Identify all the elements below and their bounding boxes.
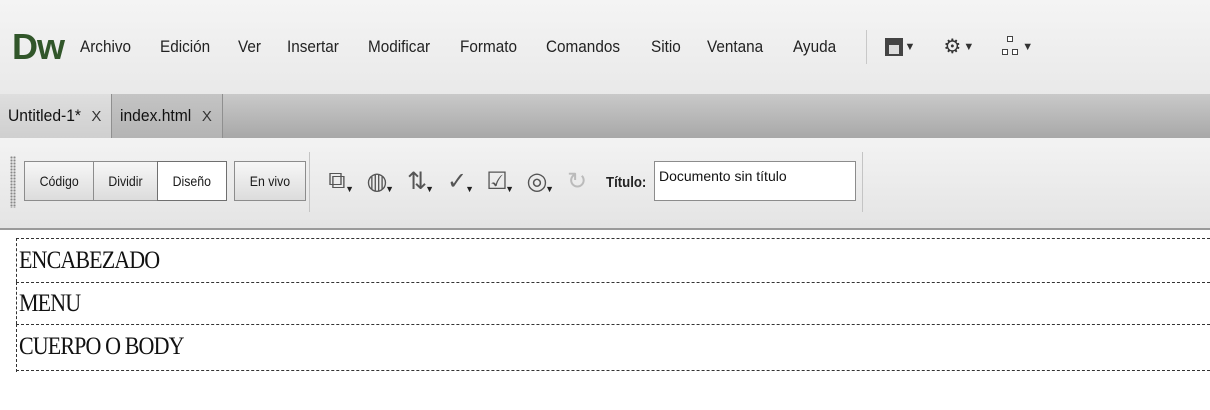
site-menu-button[interactable]: ▼ xyxy=(1002,36,1033,58)
block-text: CUERPO O BODY xyxy=(19,333,184,360)
file-transfer-icon: ⇅ xyxy=(406,167,428,195)
div-bottom-border xyxy=(16,370,1210,371)
live-view-button[interactable]: En vivo xyxy=(233,161,306,201)
document-toolbar: Código Dividir Diseño En vivo ⧉ ▼ ◍ ▼ ⇅ ▼ ✓… xyxy=(0,138,1210,230)
tab-label: Untitled-1* xyxy=(8,106,82,125)
refresh-icon: ↻ xyxy=(566,167,588,195)
menu-edicion[interactable]: Edición xyxy=(160,37,210,57)
refresh-button[interactable]: ↻ xyxy=(560,164,594,198)
tab-untitled-1[interactable]: Untitled-1* X xyxy=(0,94,113,138)
multiscreen-icon: ⧉ xyxy=(328,167,346,194)
menu-ayuda[interactable]: Ayuda xyxy=(793,37,836,57)
menu-sitio[interactable]: Sitio xyxy=(651,37,681,57)
block-text: MENU xyxy=(19,290,81,317)
dropdown-arrow-icon: ▼ xyxy=(904,41,916,53)
visual-aids-button[interactable]: ◎ ▼ xyxy=(520,164,554,198)
menu-archivo[interactable]: Archivo xyxy=(80,37,131,57)
title-label: Título: xyxy=(606,174,652,191)
validation-icon: ✓ xyxy=(446,167,468,195)
design-view[interactable]: ENCABEZADO MENU CUERPO O BODY xyxy=(0,230,1210,410)
layout-icon xyxy=(884,38,903,56)
app-logo: Dw xyxy=(12,26,65,67)
menu-formato[interactable]: Formato xyxy=(460,37,517,57)
dropdown-arrow-icon: ▼ xyxy=(385,184,394,194)
gear-icon: ⚙ xyxy=(943,36,962,58)
menu-insertar[interactable]: Insertar xyxy=(287,37,339,57)
menu-bar: Dw Archivo Edición Ver Insertar Modifica… xyxy=(0,0,1210,94)
document-title-input[interactable] xyxy=(654,161,856,201)
dropdown-arrow-icon: ▼ xyxy=(465,184,474,194)
multiscreen-button[interactable]: ⧉ ▼ xyxy=(320,164,354,198)
layout-menu-button[interactable]: ▼ xyxy=(884,38,916,56)
tab-label: index.html xyxy=(120,106,192,125)
button-label: Código xyxy=(39,173,79,189)
close-icon[interactable]: X xyxy=(202,108,212,125)
dropdown-arrow-icon: ▼ xyxy=(425,184,434,194)
toolbar-divider xyxy=(862,152,863,212)
design-view-button[interactable]: Diseño xyxy=(157,161,227,201)
title-label-text: Título: xyxy=(606,174,647,191)
dropdown-arrow-icon: ▼ xyxy=(545,184,554,194)
close-icon[interactable]: X xyxy=(91,108,101,125)
code-view-button[interactable]: Código xyxy=(24,161,95,201)
block-text: ENCABEZADO xyxy=(19,247,160,274)
dropdown-arrow-icon: ▼ xyxy=(1022,41,1034,53)
toolbar-grip[interactable] xyxy=(10,156,16,208)
split-view-button[interactable]: Dividir xyxy=(93,161,159,201)
dropdown-arrow-icon: ▼ xyxy=(345,184,354,194)
tab-index-html[interactable]: index.html X xyxy=(112,94,223,138)
dropdown-arrow-icon: ▼ xyxy=(963,41,975,53)
div-menu[interactable]: MENU xyxy=(16,282,1210,324)
view-switcher: Código Dividir Diseño En vivo xyxy=(24,161,306,201)
menu-divider xyxy=(865,30,867,64)
preview-browser-button[interactable]: ◍ ▼ xyxy=(360,164,394,198)
toolbar-divider xyxy=(309,152,310,212)
file-management-button[interactable]: ⇅ ▼ xyxy=(400,164,434,198)
menu-modificar[interactable]: Modificar xyxy=(368,37,430,57)
div-encabezado[interactable]: ENCABEZADO xyxy=(16,238,1210,282)
dropdown-arrow-icon: ▼ xyxy=(505,184,514,194)
button-label: En vivo xyxy=(249,173,291,189)
div-cuerpo[interactable]: CUERPO O BODY xyxy=(16,324,1210,372)
menu-comandos[interactable]: Comandos xyxy=(546,37,620,57)
sitemap-icon xyxy=(1002,36,1020,58)
toolbar-tools: ⧉ ▼ ◍ ▼ ⇅ ▼ ✓ ▼ ☑ ▼ ◎ ▼ ↻ xyxy=(320,164,600,198)
menu-ventana[interactable]: Ventana xyxy=(707,37,763,57)
browser-compatibility-button[interactable]: ☑ ▼ xyxy=(480,164,514,198)
extensions-menu-button[interactable]: ⚙ ▼ xyxy=(943,37,974,57)
menu-ver[interactable]: Ver xyxy=(238,37,261,57)
button-label: Dividir xyxy=(108,173,143,189)
document-tab-bar: Untitled-1* X index.html X xyxy=(0,94,1210,138)
button-label: Diseño xyxy=(172,173,212,189)
w3c-validation-button[interactable]: ✓ ▼ xyxy=(440,164,474,198)
